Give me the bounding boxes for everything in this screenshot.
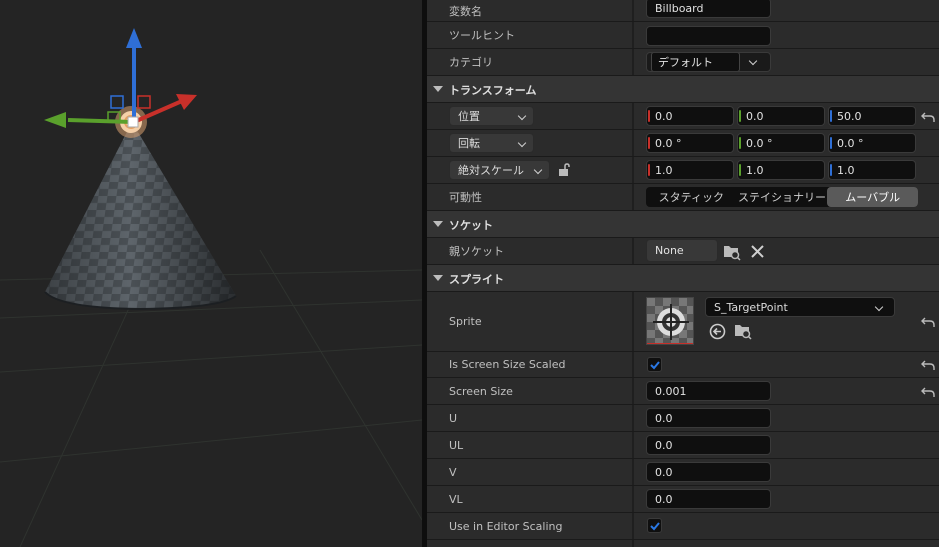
u-label: U (449, 411, 458, 425)
v-label: V (449, 465, 457, 479)
scale-label: 絶対スケール (458, 164, 524, 177)
vl-label: VL (449, 492, 463, 506)
target-point-icon (647, 298, 693, 344)
scale-y-field[interactable]: 1.0 (737, 160, 825, 180)
rotation-x-field[interactable]: 0.0 ° (646, 133, 734, 153)
reset-to-default-icon[interactable] (921, 359, 935, 371)
parent-socket-value[interactable]: None (646, 239, 718, 262)
mobility-label: 可動性 (449, 191, 482, 204)
editor-scaling-checkbox[interactable] (647, 518, 662, 533)
chevron-down-icon (748, 56, 758, 66)
socket-section-header[interactable]: ソケット (427, 211, 939, 238)
v-input[interactable]: 0.0 (646, 462, 771, 482)
chevron-down-icon (533, 165, 543, 175)
collapse-arrow-icon (433, 221, 443, 227)
category-combo[interactable]: デフォルト (646, 52, 771, 72)
unlock-icon[interactable] (557, 163, 571, 177)
scale-dropdown[interactable]: 絶対スケール (449, 160, 550, 180)
u-row: U 0.0 (427, 405, 939, 432)
scale-x-field[interactable]: 1.0 (646, 160, 734, 180)
reset-to-default-icon[interactable] (921, 316, 935, 328)
variable-name-row: 変数名 Billboard (427, 0, 939, 22)
use-selected-asset-icon[interactable] (709, 323, 726, 340)
mobility-option-movable[interactable]: ムーバブル (827, 187, 919, 207)
parent-socket-label: 親ソケット (449, 245, 504, 258)
reset-to-default-icon[interactable] (921, 386, 935, 398)
ul-row: UL 0.0 (427, 432, 939, 459)
sprite-asset-name: S_TargetPoint (714, 300, 788, 314)
transform-section-header[interactable]: トランスフォーム (427, 76, 939, 103)
location-dropdown[interactable]: 位置 (449, 106, 534, 126)
tooltip-label: ツールヒント (449, 29, 515, 42)
variable-name-input[interactable]: Billboard (646, 0, 771, 18)
checkmark-icon (650, 361, 660, 370)
sprite-thumbnail[interactable] (646, 297, 694, 345)
ul-input[interactable]: 0.0 (646, 435, 771, 455)
scale-row: 絶対スケール 1.0 1.0 1.0 (427, 157, 939, 184)
level-viewport[interactable] (0, 0, 422, 547)
browse-folder-icon[interactable] (723, 243, 741, 261)
scale-z-field[interactable]: 1.0 (828, 160, 916, 180)
screen-size-label: Screen Size (449, 384, 513, 398)
transform-gizmo[interactable] (44, 28, 197, 128)
rotation-dropdown[interactable]: 回転 (449, 133, 534, 153)
variable-name-label: 変数名 (449, 4, 482, 18)
chevron-down-icon (874, 302, 884, 312)
cone-mesh[interactable] (44, 122, 237, 311)
location-x-field[interactable]: 0.0 (646, 106, 734, 126)
sprite-row: Sprite S_TargetPoint (427, 292, 939, 352)
ul-label: UL (449, 438, 464, 452)
screen-size-scaled-label: Is Screen Size Scaled (449, 358, 566, 371)
mobility-option-static[interactable]: スタティック (646, 187, 737, 207)
category-row: カテゴリ デフォルト (427, 49, 939, 76)
location-z-field[interactable]: 50.0 (828, 106, 916, 126)
vl-row: VL 0.0 (427, 486, 939, 513)
collapse-arrow-icon (433, 275, 443, 281)
parent-socket-row: 親ソケット None (427, 238, 939, 265)
collapse-arrow-icon (433, 86, 443, 92)
screen-size-scaled-row: Is Screen Size Scaled (427, 352, 939, 378)
chevron-down-icon (517, 138, 527, 148)
checkmark-icon (650, 522, 660, 531)
mobility-option-stationary[interactable]: ステイショナリー (737, 187, 828, 207)
viewport-scene (0, 28, 422, 547)
rotation-y-field[interactable]: 0.0 ° (737, 133, 825, 153)
rotation-z-field[interactable]: 0.0 ° (828, 133, 916, 153)
screen-size-input[interactable]: 0.001 (646, 381, 771, 401)
category-label: カテゴリ (449, 56, 493, 69)
transform-section-title: トランスフォーム (449, 83, 537, 97)
sprite-asset-picker[interactable]: S_TargetPoint (705, 297, 895, 317)
socket-section-title: ソケット (449, 218, 493, 232)
sprite-label: Sprite (449, 315, 482, 328)
chevron-down-icon (517, 111, 527, 121)
screen-size-scaled-checkbox[interactable] (647, 357, 662, 372)
vl-input[interactable]: 0.0 (646, 489, 771, 509)
category-value: デフォルト (651, 53, 740, 71)
tooltip-input[interactable] (646, 26, 771, 46)
location-row: 位置 0.0 0.0 50.0 (427, 103, 939, 130)
browse-asset-icon[interactable] (734, 322, 752, 340)
location-y-field[interactable]: 0.0 (737, 106, 825, 126)
clear-icon[interactable] (751, 245, 764, 258)
editor-scaling-row: Use in Editor Scaling (427, 513, 939, 540)
reset-to-default-icon[interactable] (921, 111, 935, 123)
u-input[interactable]: 0.0 (646, 408, 771, 428)
mobility-row: 可動性 スタティック ステイショナリー ムーバブル (427, 184, 939, 211)
tooltip-row: ツールヒント (427, 22, 939, 49)
rotation-label: 回転 (458, 137, 480, 150)
details-panel: 変数名 Billboard ツールヒント カテゴリ デフォルト トランスフォーム… (427, 0, 939, 547)
sprite-section-title: スプライト (449, 272, 504, 286)
v-row: V 0.0 (427, 459, 939, 486)
screen-size-row: Screen Size 0.001 (427, 378, 939, 405)
mobility-segmented-control: スタティック ステイショナリー ムーバブル (646, 187, 919, 207)
sprite-section-header[interactable]: スプライト (427, 265, 939, 292)
location-label: 位置 (458, 110, 480, 123)
editor-scaling-label: Use in Editor Scaling (449, 519, 563, 533)
rotation-row: 回転 0.0 ° 0.0 ° 0.0 ° (427, 130, 939, 157)
next-row-partial (427, 540, 939, 547)
